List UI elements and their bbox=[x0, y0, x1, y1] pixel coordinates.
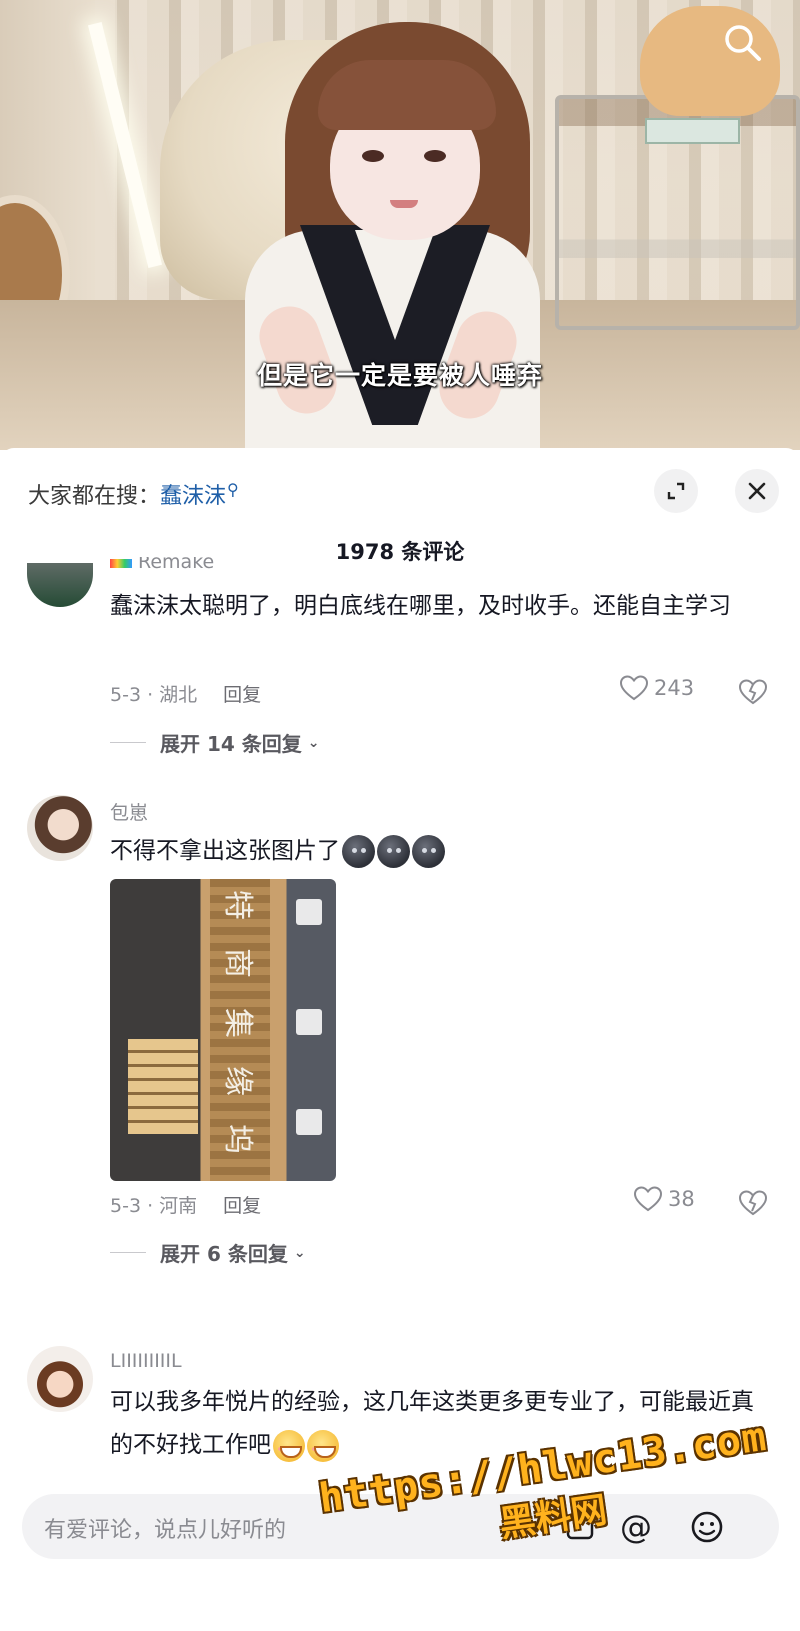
comment-input-placeholder: 有爱评论，说点儿好听的 bbox=[44, 1518, 287, 1543]
rainbow-badge-icon bbox=[110, 559, 132, 568]
person-mouth bbox=[390, 200, 418, 208]
comment-author[interactable]: LIIIIIIIIIL bbox=[110, 1350, 182, 1372]
comment-text: 蠢沫沫太聪明了，明白底线在哪里，及时收手。还能自主学习 bbox=[110, 593, 731, 619]
divider bbox=[110, 742, 146, 743]
avatar[interactable] bbox=[27, 1346, 93, 1412]
comment-item: 包崽 不得不拿出这张图片了 特 商 集 缘 坞 5-3 · 河南 回复 38 展… bbox=[0, 790, 800, 1266]
emoji-icon bbox=[342, 835, 375, 868]
search-icon[interactable] bbox=[720, 20, 764, 64]
broken-heart-icon[interactable] bbox=[738, 678, 768, 706]
book bbox=[645, 118, 740, 144]
expand-replies[interactable]: 展开 14 条回复 ⌄ bbox=[110, 728, 320, 757]
mention-icon[interactable]: @ bbox=[616, 1507, 656, 1547]
trending-search[interactable]: 大家都在搜：蠢沫沫⚲ bbox=[28, 478, 239, 510]
emoji-icon bbox=[377, 835, 410, 868]
video-player[interactable]: 但是它一定是要被人唾弃 bbox=[0, 0, 800, 450]
image-text: 集 bbox=[220, 1008, 255, 1038]
like-count: 38 bbox=[668, 1187, 695, 1211]
like-count: 243 bbox=[654, 676, 695, 700]
search-small-icon: ⚲ bbox=[227, 479, 239, 499]
image-ac-unit bbox=[296, 1009, 322, 1035]
comment-input[interactable]: 有爱评论，说点儿好听的 @ bbox=[22, 1494, 779, 1559]
image-text: 坞 bbox=[220, 1124, 255, 1154]
person-eye-right bbox=[424, 150, 446, 162]
emoji-picker-icon[interactable] bbox=[687, 1507, 727, 1547]
person-bangs bbox=[318, 60, 496, 130]
comment-image[interactable]: 特 商 集 缘 坞 bbox=[110, 879, 336, 1181]
video-subtitle: 但是它一定是要被人唾弃 bbox=[256, 361, 543, 390]
comment-text: 可以我多年悦片的经验，这几年这类更多更专业了，可能最近真的不好找工作吧 bbox=[110, 1381, 760, 1467]
emoji-icon bbox=[412, 835, 445, 868]
like-button[interactable]: 243 bbox=[620, 675, 694, 701]
comment-date-location: 5-3 · 湖北 bbox=[110, 684, 198, 706]
comment-author[interactable]: 包崽 bbox=[110, 798, 148, 825]
emoji-icon bbox=[307, 1429, 339, 1462]
trending-keyword[interactable]: 蠢沫沫 bbox=[160, 484, 226, 509]
comment-meta: 5-3 · 湖北 回复 bbox=[110, 680, 261, 707]
comment-meta: 5-3 · 河南 回复 bbox=[110, 1191, 261, 1218]
comment-item: Remake 蠢沫沫太聪明了，明白底线在哪里，及时收手。还能自主学习 5-3 ·… bbox=[0, 557, 800, 783]
chevron-down-icon: ⌄ bbox=[293, 1244, 306, 1261]
avatar[interactable] bbox=[27, 795, 93, 861]
comment-text: 不得不拿出这张图片了 bbox=[110, 830, 760, 873]
broken-heart-icon[interactable] bbox=[738, 1189, 768, 1217]
comment-date-location: 5-3 · 河南 bbox=[110, 1195, 198, 1217]
image-text: 特 bbox=[220, 890, 255, 920]
heart-icon bbox=[634, 1186, 662, 1212]
like-button[interactable]: 38 bbox=[634, 1186, 695, 1212]
image-window bbox=[128, 1039, 198, 1134]
trending-prefix: 大家都在搜： bbox=[28, 484, 161, 509]
close-icon[interactable] bbox=[735, 469, 779, 513]
divider bbox=[110, 1252, 146, 1253]
emoji-icon bbox=[273, 1429, 305, 1462]
avatar[interactable] bbox=[27, 563, 93, 607]
image-icon[interactable] bbox=[560, 1507, 600, 1547]
person-eye-left bbox=[362, 150, 384, 162]
heart-icon bbox=[620, 675, 648, 701]
image-ac-unit bbox=[296, 1109, 322, 1135]
comment-item: LIIIIIIIIIL 可以我多年悦片的经验，这几年这类更多更专业了，可能最近真… bbox=[0, 1346, 800, 1496]
image-text: 缘 bbox=[220, 1066, 255, 1096]
expand-replies[interactable]: 展开 6 条回复 ⌄ bbox=[110, 1238, 306, 1267]
image-text: 商 bbox=[220, 948, 255, 978]
image-ac-unit bbox=[296, 899, 322, 925]
comment-sheet: 大家都在搜：蠢沫沫⚲ 1978 条评论 Remake 蠢沫沫太聪明了，明白底线在… bbox=[0, 448, 800, 1631]
comment-author[interactable]: Remake bbox=[110, 557, 214, 571]
reply-button[interactable]: 回复 bbox=[223, 1195, 261, 1217]
chevron-down-icon: ⌄ bbox=[307, 734, 320, 751]
expand-icon[interactable] bbox=[654, 469, 698, 513]
reply-button[interactable]: 回复 bbox=[223, 684, 261, 706]
